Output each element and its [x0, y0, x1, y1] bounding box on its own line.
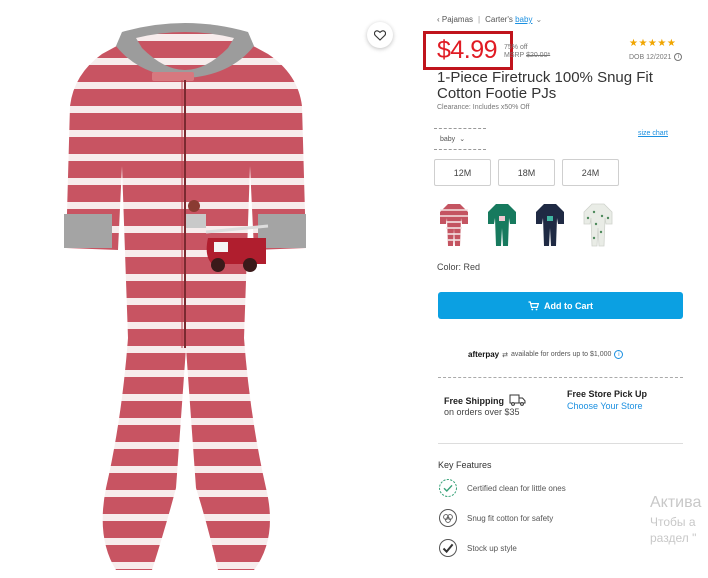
watermark-line: Актива: [650, 494, 702, 511]
afterpay-text: available for orders up to $1,000: [511, 351, 612, 358]
favorite-button[interactable]: [367, 22, 393, 48]
size-button-24m[interactable]: 24M: [562, 159, 619, 186]
add-to-cart-label: Add to Cart: [544, 300, 593, 311]
watermark-line: раздел ": [650, 530, 697, 545]
feature-item-cotton: Snug fit cotton for safety: [438, 508, 553, 528]
swatch-navy[interactable]: [532, 202, 568, 252]
feature-item-style: Stock up style: [438, 538, 517, 558]
product-image: [64, 23, 306, 570]
size-category-select[interactable]: baby ⌄: [434, 128, 486, 150]
product-title: 1-Piece Firetruck 100% Snug Fit Cotton F…: [437, 69, 653, 102]
store-pickup-title: Free Store Pick Up: [567, 389, 648, 399]
dob-text: DOB 12/2021: [629, 53, 672, 61]
breadcrumb-back-link[interactable]: ‹ Pajamas: [437, 15, 473, 24]
info-icon[interactable]: i: [674, 53, 683, 61]
afterpay-loop-icon: ⇄: [502, 351, 508, 359]
free-shipping-title: Free Shipping: [444, 396, 505, 406]
size-chart-link[interactable]: size chart: [638, 130, 668, 137]
free-shipping-subtitle: on orders over $35: [444, 407, 520, 417]
size-button-18m[interactable]: 18M: [498, 159, 555, 186]
feature-label: Stock up style: [467, 543, 517, 553]
choose-store-link[interactable]: Choose Your Store: [567, 401, 643, 411]
divider: [438, 443, 683, 444]
watermark-line: Чтобы а: [650, 514, 696, 529]
size-category-value: baby: [440, 135, 456, 143]
truck-icon: [509, 394, 526, 406]
swatch-red[interactable]: [436, 202, 472, 252]
breadcrumb-category-link[interactable]: baby: [515, 15, 532, 24]
add-to-cart-button[interactable]: Add to Cart: [438, 292, 683, 319]
info-icon[interactable]: i: [614, 350, 624, 359]
breadcrumb-brand-link[interactable]: Carter's: [485, 15, 513, 24]
msrp-value: $20.00*: [526, 52, 551, 59]
breadcrumb: ‹ Pajamas | Carter's baby ⌄: [437, 15, 543, 24]
certified-check-icon: [438, 478, 458, 498]
cart-icon: [528, 300, 539, 310]
activation-watermark: Актива Чтобы а раздел ": [650, 492, 701, 546]
clearance-note: Clearance: Includes x50% Off: [437, 104, 530, 111]
heart-icon: [374, 29, 386, 41]
size-button-12m[interactable]: 12M: [434, 159, 491, 186]
current-price: $4.99: [437, 36, 498, 64]
feature-label: Certified clean for little ones: [467, 483, 566, 493]
swatch-green[interactable]: [484, 202, 520, 252]
percent-off: 75% off: [504, 44, 528, 51]
afterpay-logo: afterpay: [468, 350, 500, 359]
chevron-down-icon: ⌄: [459, 136, 466, 143]
star-rating[interactable]: ★★★★★: [629, 38, 676, 49]
afterpay-notice: afterpay ⇄ available for orders up to $1…: [468, 350, 624, 359]
msrp-label: MSRP: [504, 52, 525, 59]
divider: [438, 377, 683, 378]
cotton-icon: [438, 508, 458, 528]
dob-date: DOB 12/2021 i: [629, 53, 683, 61]
feature-item-certified: Certified clean for little ones: [438, 478, 566, 498]
swatch-white-print[interactable]: [580, 202, 616, 252]
chevron-down-icon[interactable]: ⌄: [535, 15, 542, 24]
feature-label: Snug fit cotton for safety: [467, 513, 554, 523]
checkmark-icon: [438, 538, 458, 558]
color-label: Color: Red: [437, 262, 481, 272]
key-features-title: Key Features: [438, 460, 492, 470]
msrp: MSRP $20.00*: [504, 52, 550, 59]
